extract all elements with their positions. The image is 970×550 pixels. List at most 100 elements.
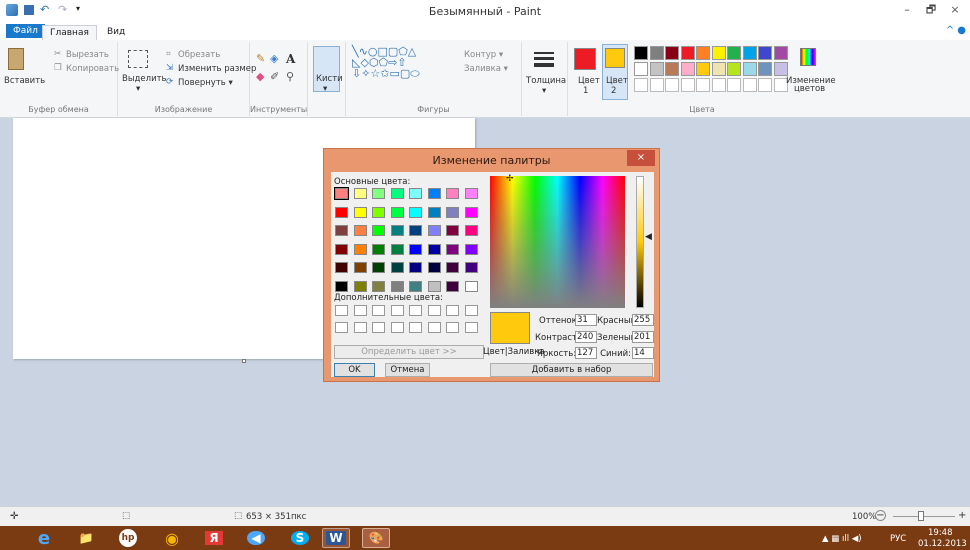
basic-color-swatch[interactable] [353, 262, 367, 273]
lum-input[interactable]: 127 [575, 347, 597, 359]
outline-button[interactable]: Контур ▾ [464, 50, 503, 60]
paste-icon[interactable] [8, 48, 24, 70]
tray-icons[interactable]: ▲ ▦ ıll ◀) [822, 534, 862, 544]
palette-swatch[interactable] [711, 46, 726, 60]
tab-file[interactable]: Файл [6, 24, 45, 38]
palette-swatch[interactable] [634, 62, 648, 76]
palette-empty-swatch[interactable] [696, 78, 710, 92]
palette-empty-swatch[interactable] [758, 78, 772, 92]
palette-swatch[interactable] [649, 46, 664, 60]
custom-color-swatch[interactable] [464, 322, 478, 333]
sat-input[interactable]: 240 [575, 331, 597, 343]
palette-swatch[interactable] [758, 46, 772, 60]
basic-color-swatch[interactable] [335, 280, 348, 292]
zoom-in-button[interactable]: + [958, 510, 966, 521]
palette-empty-swatch[interactable] [727, 78, 741, 92]
basic-color-swatch[interactable] [427, 188, 441, 199]
custom-color-swatch[interactable] [353, 322, 367, 333]
hue-input[interactable]: 31 [575, 314, 597, 326]
basic-color-swatch[interactable] [464, 206, 478, 218]
basic-color-swatch[interactable] [409, 225, 422, 236]
palette-swatch[interactable] [680, 46, 695, 60]
red-input[interactable]: 255 [632, 314, 654, 326]
palette-empty-swatch[interactable] [665, 78, 679, 92]
basic-color-swatch[interactable] [335, 262, 348, 273]
skype-icon[interactable]: S [286, 528, 314, 548]
brushes-dropdown-icon[interactable]: ▾ [323, 84, 327, 94]
palette-empty-swatch[interactable] [742, 78, 757, 92]
color1-swatch[interactable] [574, 48, 596, 70]
custom-color-swatch[interactable] [335, 322, 348, 333]
custom-color-swatch[interactable] [446, 305, 459, 316]
basic-color-swatch[interactable] [372, 225, 385, 236]
word-icon[interactable]: W [322, 528, 350, 548]
custom-color-swatch[interactable] [427, 305, 441, 316]
media-player-icon[interactable]: ◀ [242, 528, 270, 548]
basic-color-swatch[interactable] [372, 188, 385, 199]
basic-color-swatch[interactable] [353, 243, 367, 255]
add-to-custom-button[interactable]: Добавить в набор [490, 363, 653, 377]
color2-swatch[interactable] [605, 48, 625, 68]
basic-color-swatch[interactable] [446, 225, 459, 236]
basic-color-swatch[interactable] [427, 262, 441, 273]
zoom-out-button[interactable]: − [875, 510, 886, 521]
palette-swatch[interactable] [742, 46, 757, 60]
chrome-icon[interactable]: ◉ [158, 528, 186, 548]
basic-color-swatch[interactable] [353, 280, 367, 292]
basic-color-swatch[interactable] [409, 280, 422, 292]
language-indicator[interactable]: РУС [890, 534, 906, 544]
basic-color-swatch[interactable] [335, 225, 348, 236]
basic-color-swatch[interactable] [335, 243, 348, 255]
zoom-slider-thumb[interactable] [918, 511, 924, 521]
basic-color-swatch[interactable] [446, 262, 459, 273]
color2-button[interactable]: Цвет [606, 76, 628, 86]
palette-empty-swatch[interactable] [711, 78, 726, 92]
yandex-icon[interactable]: Я [200, 528, 228, 548]
basic-color-swatch[interactable] [409, 243, 422, 255]
custom-color-swatch[interactable] [464, 305, 478, 316]
tab-home[interactable]: Главная [42, 25, 97, 40]
basic-color-swatch[interactable] [446, 243, 459, 255]
rotate-button[interactable]: Повернуть ▾ [178, 78, 233, 88]
shapes-gallery[interactable]: ╲∿○□▢⬠△ ◺◇⬡⬠⇨⇧ ⇩✧☆✩▭▢⬭ [352, 46, 420, 79]
basic-color-swatch[interactable] [446, 206, 459, 218]
basic-color-swatch[interactable] [372, 280, 385, 292]
palette-empty-swatch[interactable] [634, 78, 648, 92]
blue-input[interactable]: 14 [632, 347, 654, 359]
basic-color-swatch[interactable] [372, 262, 385, 273]
palette-swatch[interactable] [711, 62, 726, 76]
basic-color-swatch[interactable] [390, 225, 404, 236]
select-button[interactable]: Выделить [122, 74, 167, 84]
basic-color-swatch[interactable] [353, 206, 367, 218]
define-color-button[interactable]: Определить цвет >> [334, 345, 484, 359]
select-dropdown-icon[interactable]: ▾ [136, 84, 140, 94]
edit-colors-icon[interactable] [800, 48, 816, 66]
size-icon[interactable] [534, 52, 554, 67]
custom-color-swatch[interactable] [372, 305, 385, 316]
color-picker-icon[interactable]: ✐ [270, 70, 279, 83]
fill-icon[interactable]: ◈ [270, 52, 278, 65]
crop-button[interactable]: Обрезать [178, 50, 220, 60]
palette-empty-swatch[interactable] [649, 78, 664, 92]
color-spectrum[interactable] [490, 176, 625, 308]
basic-color-swatch[interactable] [409, 206, 422, 218]
color1-button[interactable]: Цвет [578, 76, 600, 86]
basic-color-swatch[interactable] [372, 206, 385, 218]
basic-color-swatch[interactable] [427, 243, 441, 255]
text-tool-icon[interactable]: A [286, 52, 295, 66]
select-icon[interactable] [128, 50, 148, 68]
palette-swatch[interactable] [727, 62, 741, 76]
explorer-icon[interactable]: 📁 [72, 528, 100, 548]
palette-swatch[interactable] [773, 62, 788, 76]
basic-color-swatch[interactable] [464, 262, 478, 273]
basic-color-swatch[interactable] [390, 243, 404, 255]
custom-color-swatch[interactable] [372, 322, 385, 333]
group-brushes[interactable]: Кисти ▾ [308, 42, 346, 116]
palette-swatch[interactable] [696, 62, 710, 76]
hp-icon[interactable]: hp [114, 528, 142, 548]
copy-button[interactable]: Копировать [66, 64, 119, 74]
clock-time[interactable]: 19:48 [928, 528, 953, 538]
basic-color-swatch[interactable] [409, 188, 422, 199]
basic-color-swatch[interactable] [427, 225, 441, 236]
custom-color-swatch[interactable] [353, 305, 367, 316]
